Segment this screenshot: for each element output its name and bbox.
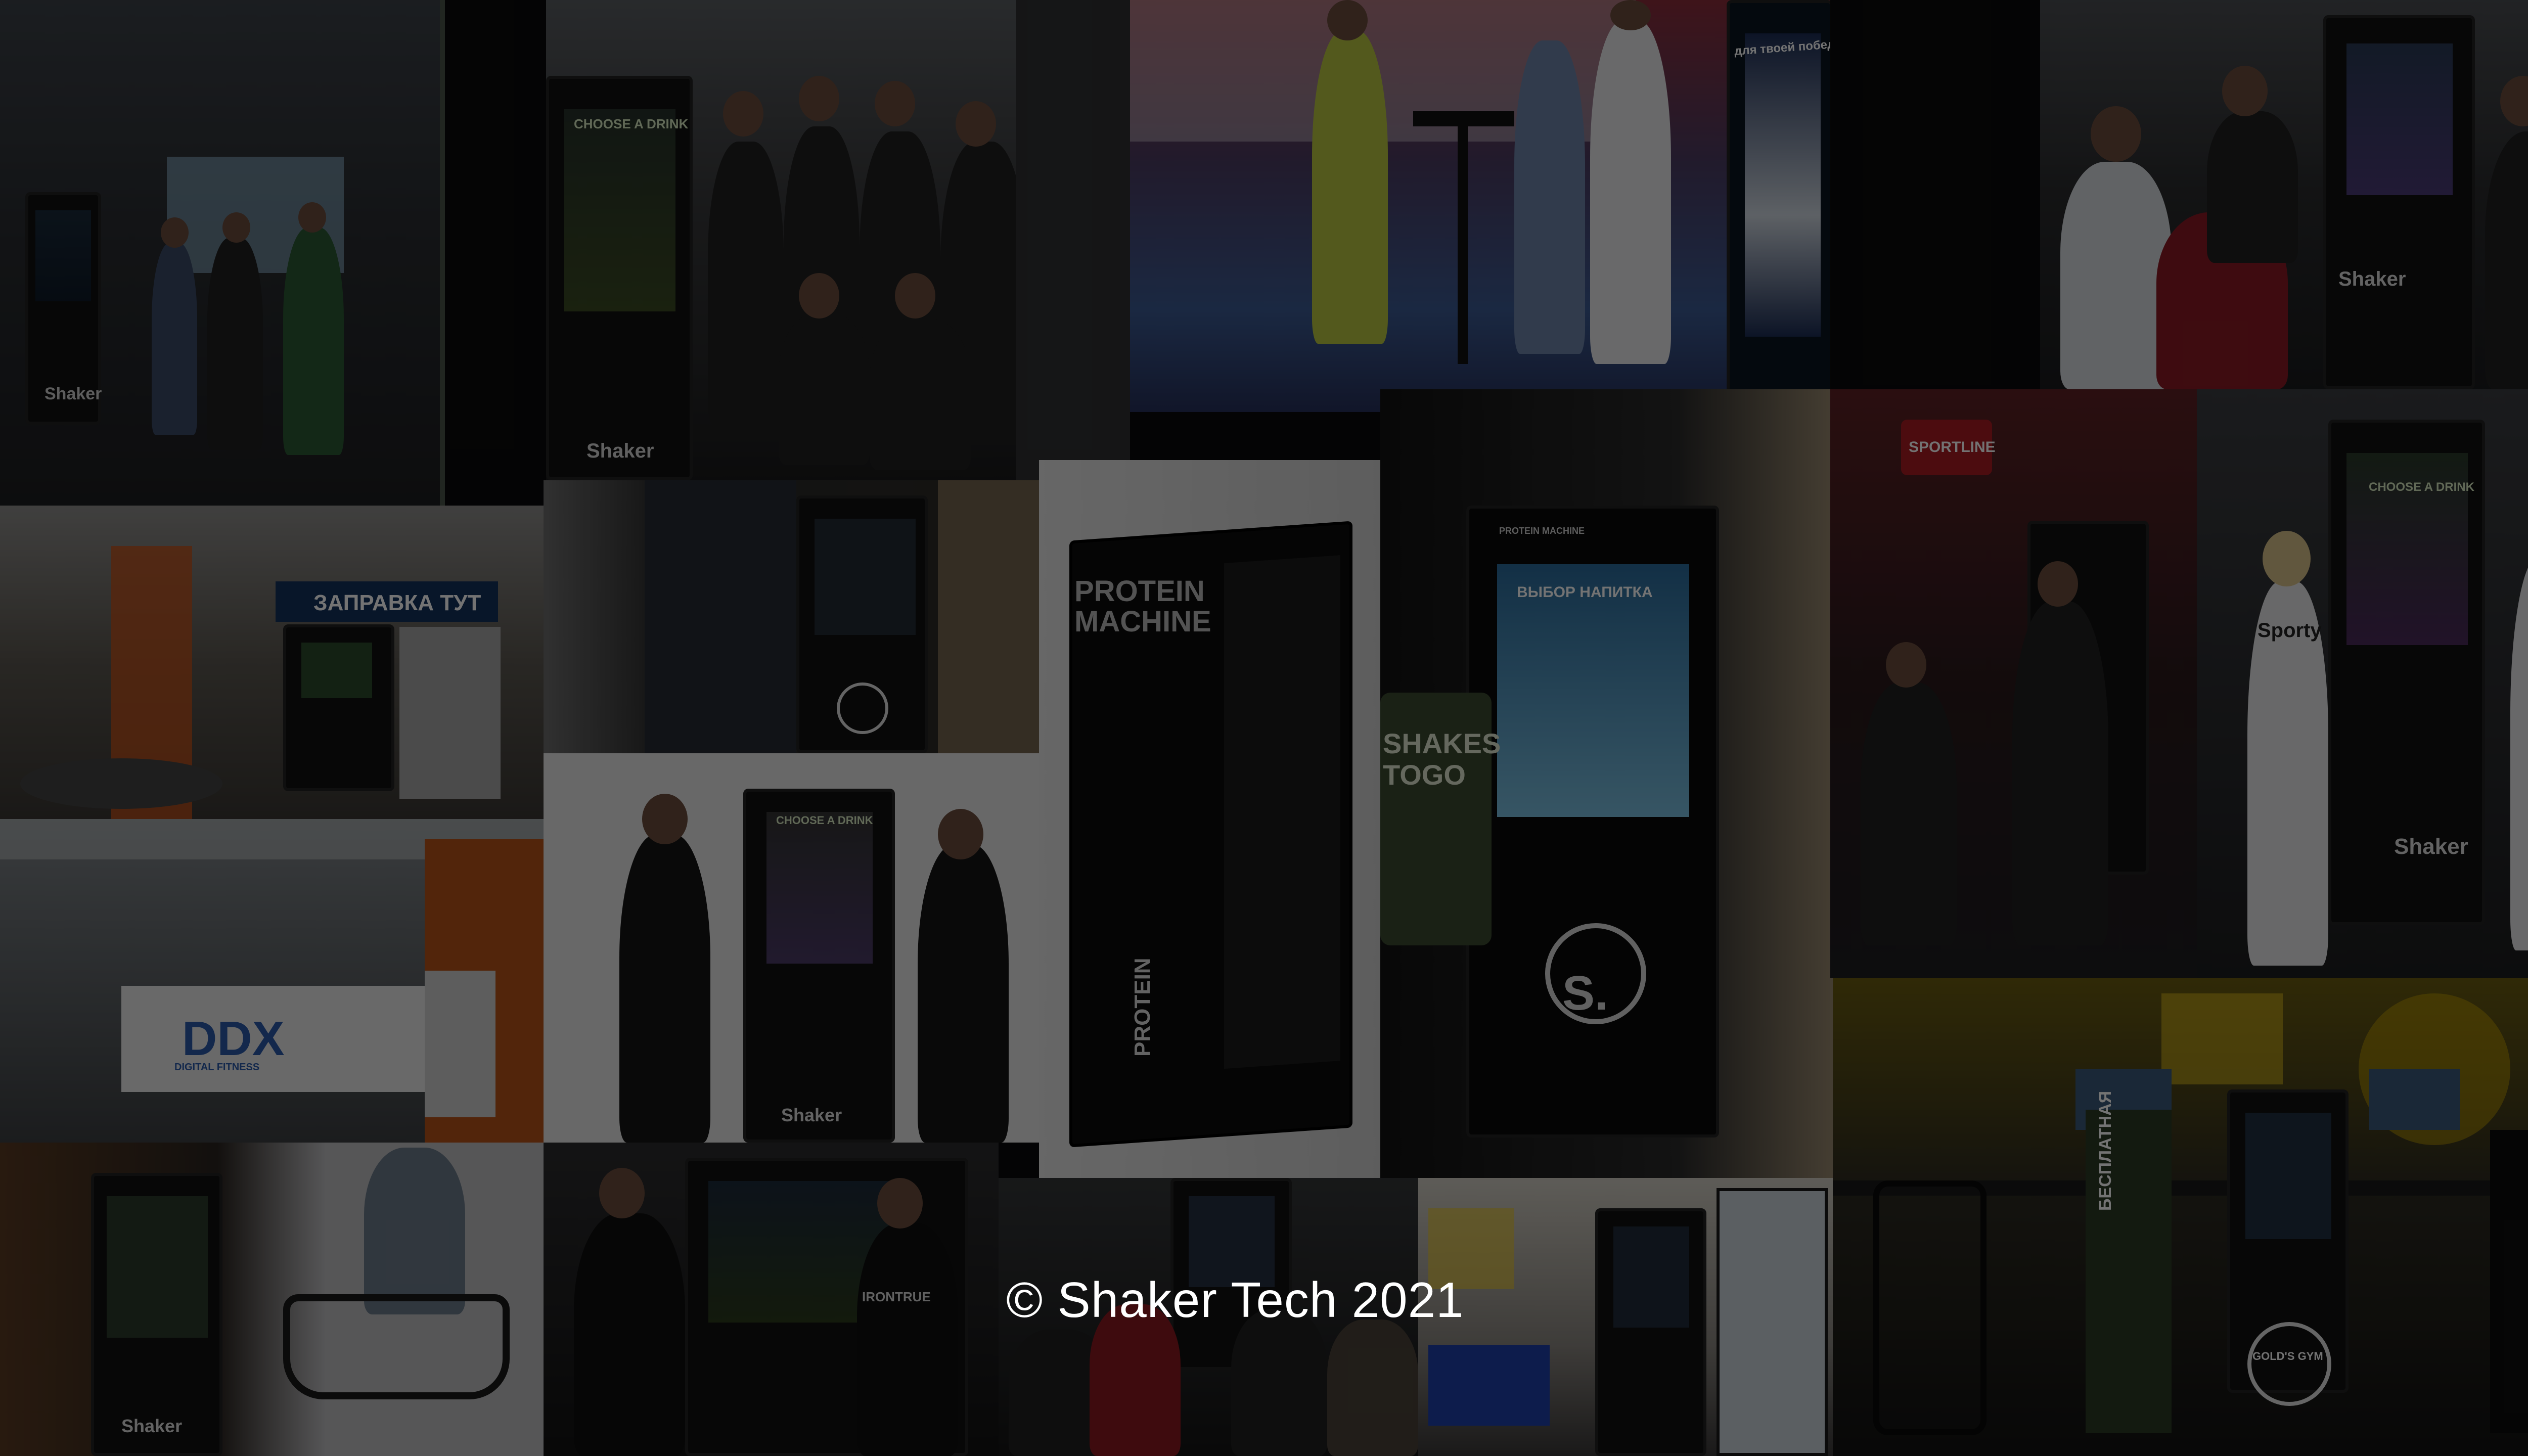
sporty-shirt-text: Sporty (2258, 619, 2322, 642)
photo-gym-station: ЗАПРАВКА ТУТ (0, 506, 544, 819)
visitors-brand-text: Shaker (2338, 268, 2406, 290)
photo-golds-gym: БЕСПЛАТНАЯ GOLD'S GYM (1833, 978, 2528, 1456)
ddx-sub-text: DIGITAL FITNESS (174, 1062, 260, 1073)
photo-collage: Shaker CHOOSE A DRINK Shaker для твоей п… (0, 0, 2528, 1456)
photo-treadmill-room: Shaker (0, 1143, 544, 1456)
photo-expo-visitors: Shaker (2040, 0, 2528, 389)
photo-shakes-togo: PROTEIN MACHINE ВЫБОР НАПИТКА SHAKES TOG… (1380, 389, 1835, 1178)
golds-gym-text: GOLD'S GYM (2252, 1350, 2323, 1362)
sportline-sign: SPORTLINE (1909, 439, 1996, 456)
protein-machine-footer: PROTEIN (1130, 958, 1155, 1057)
photo-lobby-fridge (1418, 1178, 1833, 1456)
photo-gym-corner (544, 480, 1039, 753)
photo-expo-booth: Shaker (0, 0, 445, 506)
photo-promo-sporty: CHOOSE A DRINK Shaker Sporty (2197, 389, 2528, 978)
photo-sportline-expo: SPORTLINE (1830, 389, 2197, 978)
togo-header-text: PROTEIN MACHINE (1499, 526, 1585, 536)
sporty-brand-text: Shaker (2394, 834, 2468, 859)
golds-banner-text: БЕСПЛАТНАЯ (2096, 1090, 2115, 1211)
studio-choose-text: CHOOSE A DRINK (776, 814, 873, 827)
copyright-text: © Shaker Tech 2021 (1006, 1272, 1464, 1328)
photo-shaker-studio: Shaker CHOOSE A DRINK (544, 753, 1039, 1143)
photo-protein-machine: PROTEIN MACHINE PROTEIN (1039, 460, 1380, 1178)
treadmill-brand-text: Shaker (121, 1416, 183, 1436)
togo-logo-text: S. (1562, 966, 1608, 1020)
team-choose-text: CHOOSE A DRINK (574, 116, 689, 131)
photo-ddx-reception: DDX DIGITAL FITNESS (0, 819, 544, 1143)
togo-screen-text: ВЫБОР НАПИТКА (1517, 584, 1653, 601)
photo-irontrue-models: IRONTRUE (544, 1143, 999, 1456)
studio-brand-text: Shaker (781, 1105, 842, 1125)
booth-brand-text: Shaker (44, 384, 102, 403)
team-brand-text: Shaker (586, 440, 654, 462)
photo-team-group: CHOOSE A DRINK Shaker (546, 0, 1130, 480)
togo-can-text: SHAKES TOGO (1383, 727, 1501, 791)
irontrue-shirt-text: IRONTRUE (862, 1289, 931, 1304)
protein-machine-title: PROTEIN MACHINE (1074, 575, 1211, 638)
ddx-logo-text: DDX (182, 1012, 285, 1066)
sporty-choose-text: CHOOSE A DRINK (2369, 480, 2474, 494)
gym-station-sign: ЗАПРАВКА ТУТ (313, 590, 481, 615)
photo-tv-studio: для твоей победы! (1130, 0, 1830, 412)
